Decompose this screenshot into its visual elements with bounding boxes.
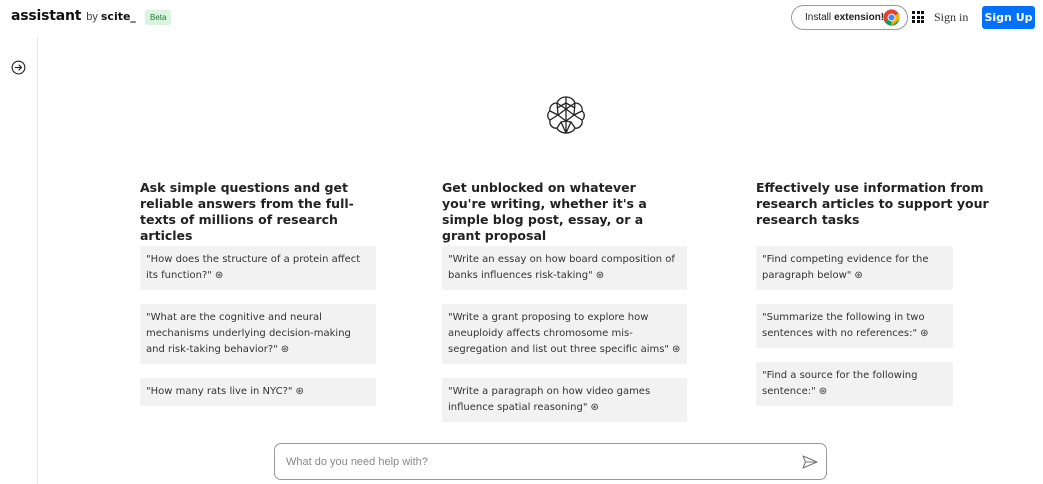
prompt-card[interactable]: "Write an essay on how board composition…	[442, 246, 687, 290]
brain-network-icon	[547, 96, 585, 134]
chrome-icon	[883, 9, 900, 26]
arrow-circle-right-icon: ⊛	[590, 402, 599, 413]
prompt-text: "Write a paragraph on how video games in…	[448, 386, 651, 413]
sidebar	[0, 38, 38, 484]
sidebar-toggle-icon[interactable]	[11, 60, 26, 75]
arrow-circle-right-icon: ⊛	[818, 386, 828, 397]
prompt-text: "Write an essay on how board composition…	[448, 254, 675, 281]
brand-logo[interactable]: assistant by scite_	[11, 8, 136, 24]
prompt-text: "Find competing evidence for the paragra…	[762, 254, 929, 281]
prompt-text: "What are the cognitive and neural mecha…	[146, 312, 351, 355]
brand-scite: scite_	[100, 10, 136, 23]
prompt-card[interactable]: "Summarize the following in two sentence…	[756, 304, 953, 348]
prompt-card[interactable]: "Write a grant proposing to explore how …	[442, 304, 687, 364]
arrow-circle-right-icon: ⊛	[920, 328, 929, 339]
prompt-card[interactable]: "Find a source for the following sentenc…	[756, 362, 953, 406]
ask-input[interactable]	[286, 453, 766, 471]
apps-grid-icon[interactable]	[912, 11, 924, 23]
column-get-unblocked: Get unblocked on whatever you're writing…	[442, 180, 687, 422]
arrow-circle-right-icon: ⊛	[595, 270, 605, 281]
install-extension-button[interactable]: Install extension!	[791, 5, 908, 30]
column-title: Ask simple questions and get reliable an…	[140, 180, 354, 243]
arrow-circle-right-icon: ⊛	[854, 270, 863, 281]
prompt-text: "How many rats live in NYC?"	[146, 386, 293, 397]
prompt-card[interactable]: "How does the structure of a protein aff…	[140, 246, 376, 290]
prompt-text: "Find a source for the following sentenc…	[762, 370, 918, 397]
sign-in-link[interactable]: Sign in	[934, 10, 968, 25]
arrow-circle-right-icon: ⊛	[214, 270, 224, 281]
sign-up-button[interactable]: Sign Up	[982, 6, 1035, 29]
arrow-circle-right-icon: ⊛	[280, 344, 290, 355]
prompt-text: "How does the structure of a protein aff…	[146, 254, 361, 281]
column-title: Get unblocked on whatever you're writing…	[442, 180, 647, 243]
prompt-card[interactable]: "Write a paragraph on how video games in…	[442, 378, 687, 422]
beta-badge: Beta	[145, 10, 172, 25]
prompt-card[interactable]: "What are the cognitive and neural mecha…	[140, 304, 376, 364]
prompt-card[interactable]: "Find competing evidence for the paragra…	[756, 246, 953, 290]
column-title: Effectively use information from researc…	[756, 180, 989, 227]
ask-box	[274, 443, 827, 480]
column-ask-questions: Ask simple questions and get reliable an…	[140, 180, 380, 406]
top-bar: assistant by scite_ Beta Install extensi…	[0, 0, 1043, 38]
arrow-circle-right-icon: ⊛	[295, 386, 304, 397]
brand-name: assistant	[11, 8, 82, 24]
prompt-card[interactable]: "How many rats live in NYC?" ⊛	[140, 378, 376, 406]
arrow-circle-right-icon: ⊛	[672, 344, 681, 355]
send-icon[interactable]	[801, 453, 819, 471]
install-label: Install	[805, 12, 832, 23]
brand-by: by	[86, 11, 98, 23]
prompt-text: "Write a grant proposing to explore how …	[448, 312, 670, 355]
prompt-text: "Summarize the following in two sentence…	[762, 312, 925, 339]
install-label-bold: extension!	[834, 12, 885, 23]
column-use-information: Effectively use information from researc…	[756, 180, 996, 406]
